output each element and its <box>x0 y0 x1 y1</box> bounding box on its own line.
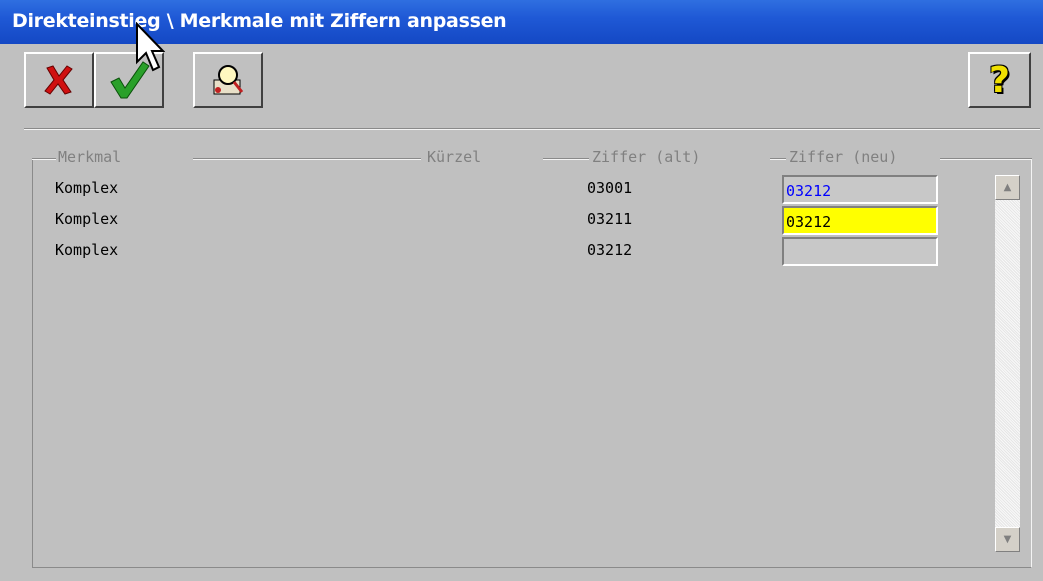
scroll-down-button[interactable]: ▼ <box>995 527 1020 552</box>
header-line <box>543 158 589 160</box>
column-header-ziffer-alt: Ziffer (alt) <box>590 148 703 168</box>
header-line <box>940 158 1032 160</box>
column-header-merkmal: Merkmal <box>56 148 124 168</box>
column-header-kuerzel: Kürzel <box>425 148 484 168</box>
header-line <box>32 158 58 160</box>
row-ziffer-alt: 03001 <box>587 179 633 197</box>
row-merkmal: Komplex <box>55 210 119 228</box>
row-ziffer-alt: 03211 <box>587 210 633 228</box>
arrow-down-icon: ▼ <box>1003 534 1012 545</box>
help-icon: ? <box>989 59 1010 101</box>
red-x-icon <box>44 65 73 95</box>
ziffer-neu-input-active[interactable]: 03212 <box>782 206 938 235</box>
row-ziffer-alt: 03212 <box>587 241 633 259</box>
search-button[interactable] <box>193 52 263 108</box>
mouse-cursor-icon <box>136 22 165 72</box>
arrow-up-icon: ▲ <box>1003 182 1012 193</box>
ziffer-neu-input[interactable]: 03212 <box>782 175 938 204</box>
header-line <box>770 158 786 160</box>
row-merkmal: Komplex <box>55 241 119 259</box>
vertical-scrollbar[interactable] <box>995 175 1020 552</box>
help-button[interactable]: ? <box>968 52 1031 108</box>
magnifier-icon <box>213 65 244 95</box>
toolbar-separator <box>24 128 1040 130</box>
column-header-ziffer-neu: Ziffer (neu) <box>787 148 900 168</box>
header-line <box>193 158 421 160</box>
row-merkmal: Komplex <box>55 179 119 197</box>
scroll-up-button[interactable]: ▲ <box>995 175 1020 200</box>
window-title: Direkteinstieg \ Merkmale mit Ziffern an… <box>12 10 507 32</box>
ziffer-neu-input[interactable] <box>782 237 938 266</box>
cancel-button[interactable] <box>24 52 94 108</box>
